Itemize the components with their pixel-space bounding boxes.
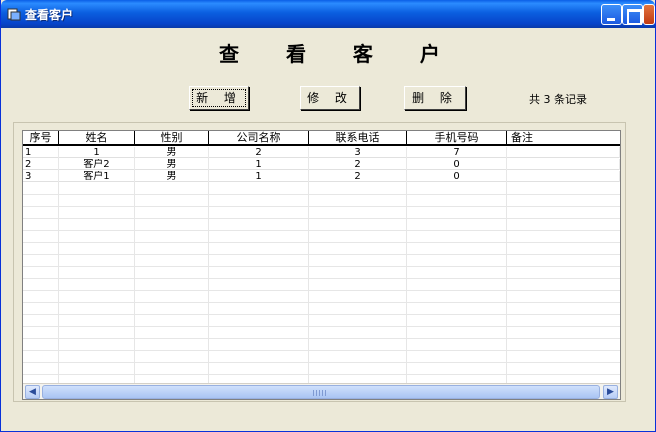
column-header[interactable]: 姓名: [59, 131, 135, 145]
column-header[interactable]: 公司名称: [209, 131, 309, 145]
table-cell: 2: [309, 171, 407, 182]
table-cell: 男: [135, 159, 209, 170]
grid-frame: 序号 姓名 性别 公司名称 联系电话 手机号码 备注 1 1 男 2 3 7 2…: [13, 122, 626, 402]
table-row[interactable]: 3 客户1 男 1 2 0: [23, 171, 620, 182]
horizontal-scrollbar[interactable]: ◀ ▶: [23, 383, 620, 399]
delete-button[interactable]: 删 除: [404, 86, 466, 110]
table-cell: 男: [135, 171, 209, 182]
table-cell: 0: [407, 159, 507, 170]
customer-grid[interactable]: 序号 姓名 性别 公司名称 联系电话 手机号码 备注 1 1 男 2 3 7 2…: [22, 130, 621, 400]
column-header[interactable]: 联系电话: [309, 131, 407, 145]
table-cell: 1: [23, 147, 59, 158]
chevron-left-icon[interactable]: ◀: [25, 385, 40, 399]
window-app-icon: [7, 8, 21, 21]
table-cell: 男: [135, 147, 209, 158]
table-cell: 1: [209, 171, 309, 182]
grid-header: 序号 姓名 性别 公司名称 联系电话 手机号码 备注: [23, 131, 620, 146]
table-cell: 3: [23, 171, 59, 182]
table-row[interactable]: 2 客户2 男 1 2 0: [23, 159, 620, 170]
table-cell: 客户1: [59, 171, 135, 182]
grid-empty-area: [23, 183, 620, 383]
record-count: 共 3 条记录: [529, 93, 587, 106]
add-button[interactable]: 新 增: [189, 86, 249, 110]
table-cell: [507, 159, 620, 170]
close-icon[interactable]: [643, 4, 655, 25]
table-cell: [507, 147, 620, 158]
table-cell: 1: [59, 147, 135, 158]
column-header[interactable]: 手机号码: [407, 131, 507, 145]
title-bar[interactable]: 查看客户: [1, 0, 655, 28]
minimize-icon[interactable]: [601, 4, 622, 25]
edit-button[interactable]: 修 改: [300, 86, 360, 110]
window-title: 查看客户: [25, 8, 74, 22]
column-header[interactable]: 序号: [23, 131, 59, 145]
table-cell: 2: [23, 159, 59, 170]
scrollbar-thumb[interactable]: [42, 385, 600, 399]
table-cell: 3: [309, 147, 407, 158]
table-cell: 1: [209, 159, 309, 170]
table-cell: [507, 171, 620, 182]
table-cell: 客户2: [59, 159, 135, 170]
column-header[interactable]: 备注: [507, 131, 620, 145]
table-cell: 2: [309, 159, 407, 170]
table-row[interactable]: 1 1 男 2 3 7: [23, 147, 620, 158]
grip-icon: [313, 390, 327, 396]
customer-window: 查看客户 查 看 客 户 新 增 修 改 删 除 共 3 条记录 序号 姓名 性…: [0, 0, 656, 432]
table-cell: 7: [407, 147, 507, 158]
page-title: 查 看 客 户: [219, 42, 460, 66]
table-cell: 0: [407, 171, 507, 182]
chevron-right-icon[interactable]: ▶: [603, 385, 618, 399]
table-cell: 2: [209, 147, 309, 158]
maximize-icon[interactable]: [622, 4, 643, 25]
column-header[interactable]: 性别: [135, 131, 209, 145]
